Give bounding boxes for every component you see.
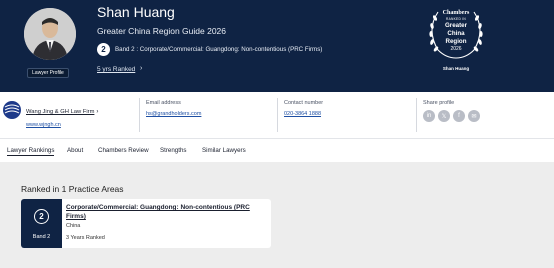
- phone-link[interactable]: 020-3864 1888: [284, 111, 323, 117]
- linkedin-icon[interactable]: in: [423, 110, 435, 122]
- tab-lawyer-rankings[interactable]: Lawyer Rankings: [7, 147, 55, 156]
- years-ranked-link[interactable]: 5 yrs Ranked: [97, 66, 135, 73]
- firm-name-link[interactable]: Wang Jing & GH Law Firm: [26, 109, 94, 115]
- seal-brand: Chambers: [442, 10, 470, 16]
- band-panel: 2 Band 2: [21, 199, 62, 248]
- seal-lawyer-name: Shan Huang: [442, 66, 470, 71]
- band-number-badge: 2: [97, 43, 110, 56]
- x-icon[interactable]: 𝕏: [438, 110, 450, 122]
- seal-ranked-in: RANKED IN: [445, 17, 467, 21]
- band-summary: 2 Band 2 : Corporate/Commercial: Guangdo…: [97, 43, 322, 56]
- practice-area-link[interactable]: Corporate/Commercial: Guangdong: Non-con…: [66, 203, 266, 221]
- email-info: Email address hs@grandholders.com: [146, 100, 201, 117]
- avatar: [24, 8, 76, 60]
- divider: [139, 98, 140, 132]
- share-profile: Share profile in 𝕏 f ✉: [423, 100, 480, 122]
- seal-region-line2: China: [447, 30, 465, 37]
- email-label: Email address: [146, 100, 181, 106]
- band-label: Band 2: [32, 234, 51, 240]
- email-link[interactable]: hs@grandholders.com: [146, 111, 201, 117]
- band-number-badge: 2: [34, 209, 49, 224]
- phone-info: Contact number 020-3864 1888: [284, 100, 323, 117]
- divider: [416, 98, 417, 132]
- firm-logo-icon: [3, 101, 21, 119]
- email-icon[interactable]: ✉: [468, 110, 480, 122]
- facebook-icon[interactable]: f: [453, 110, 465, 122]
- lawyer-name: Shan Huang: [97, 4, 175, 20]
- ranking-card[interactable]: 2 Band 2 Corporate/Commercial: Guangdong…: [21, 199, 271, 248]
- seal-region-line3: Region: [445, 38, 467, 45]
- guide-title: Greater China Region Guide 2026: [97, 26, 226, 36]
- profile-tabs: Lawyer Rankings About Chambers Review St…: [0, 138, 554, 162]
- rankings-section: Ranked in 1 Practice Areas 2 Band 2 Corp…: [0, 162, 554, 268]
- chevron-right-icon: ›: [140, 65, 143, 72]
- tab-strengths[interactable]: Strengths: [160, 147, 186, 154]
- firm-info: Wang Jing & GH Law Firm › www.wjngh.cn: [26, 100, 98, 128]
- rankings-title: Ranked in 1 Practice Areas: [21, 184, 124, 194]
- band-description: Band 2 : Corporate/Commercial: Guangdong…: [115, 46, 323, 53]
- profile-header: Lawyer Profile Shan Huang Greater China …: [0, 0, 554, 92]
- lawyer-profile-badge: Lawyer Profile: [27, 68, 69, 78]
- share-label: Share profile: [423, 100, 455, 106]
- tab-chambers-review[interactable]: Chambers Review: [98, 147, 149, 154]
- seal-year: 2026: [450, 46, 462, 52]
- tab-about[interactable]: About: [67, 147, 83, 154]
- ranking-years: 3 Years Ranked: [66, 235, 105, 241]
- tab-similar-lawyers[interactable]: Similar Lawyers: [202, 147, 246, 154]
- chevron-right-icon: ›: [96, 109, 99, 115]
- firm-website-link[interactable]: www.wjngh.cn: [26, 122, 98, 128]
- divider: [277, 98, 278, 132]
- contact-info-bar: Wang Jing & GH Law Firm › www.wjngh.cn Em…: [0, 92, 554, 138]
- chambers-ranking-seal: Chambers RANKED IN Greater China Region …: [420, 6, 492, 71]
- seal-region-line1: Greater: [444, 22, 467, 29]
- ranking-location: China: [66, 223, 81, 229]
- phone-label: Contact number: [284, 100, 324, 106]
